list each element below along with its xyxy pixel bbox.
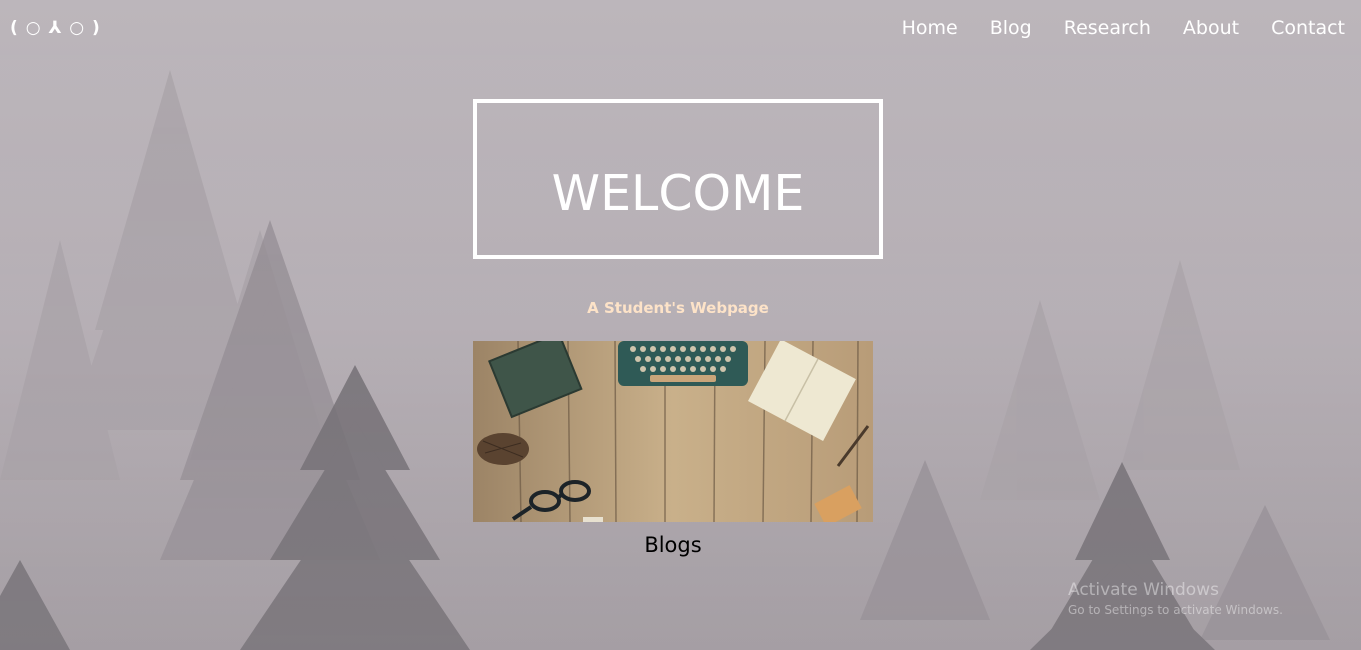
nav-contact-link[interactable]: Contact (1271, 15, 1345, 41)
nav-blog-link[interactable]: Blog (990, 15, 1032, 41)
watermark-title: Activate Windows (1068, 580, 1219, 600)
logo-text: ( ○ ⅄ ○ ) (10, 18, 101, 38)
page-subtitle: A Student's Webpage (587, 299, 769, 317)
welcome-frame: WELCOME (473, 99, 883, 259)
nav-about-link[interactable]: About (1183, 15, 1239, 41)
activate-windows-watermark: Activate Windows Go to Settings to activ… (1068, 579, 1283, 619)
page-title: WELCOME (551, 164, 805, 222)
main-nav: Home Blog Research About Contact (870, 15, 1345, 41)
nav-home-link[interactable]: Home (902, 15, 958, 41)
nav-research-link[interactable]: Research (1064, 15, 1151, 41)
typewriter-desk-image[interactable] (473, 341, 873, 522)
site-logo[interactable]: ( ○ ⅄ ○ ) (10, 16, 101, 40)
blogs-card[interactable]: Blogs (473, 341, 873, 557)
card-caption[interactable]: Blogs (473, 533, 873, 557)
watermark-subtitle: Go to Settings to activate Windows. (1068, 603, 1283, 617)
